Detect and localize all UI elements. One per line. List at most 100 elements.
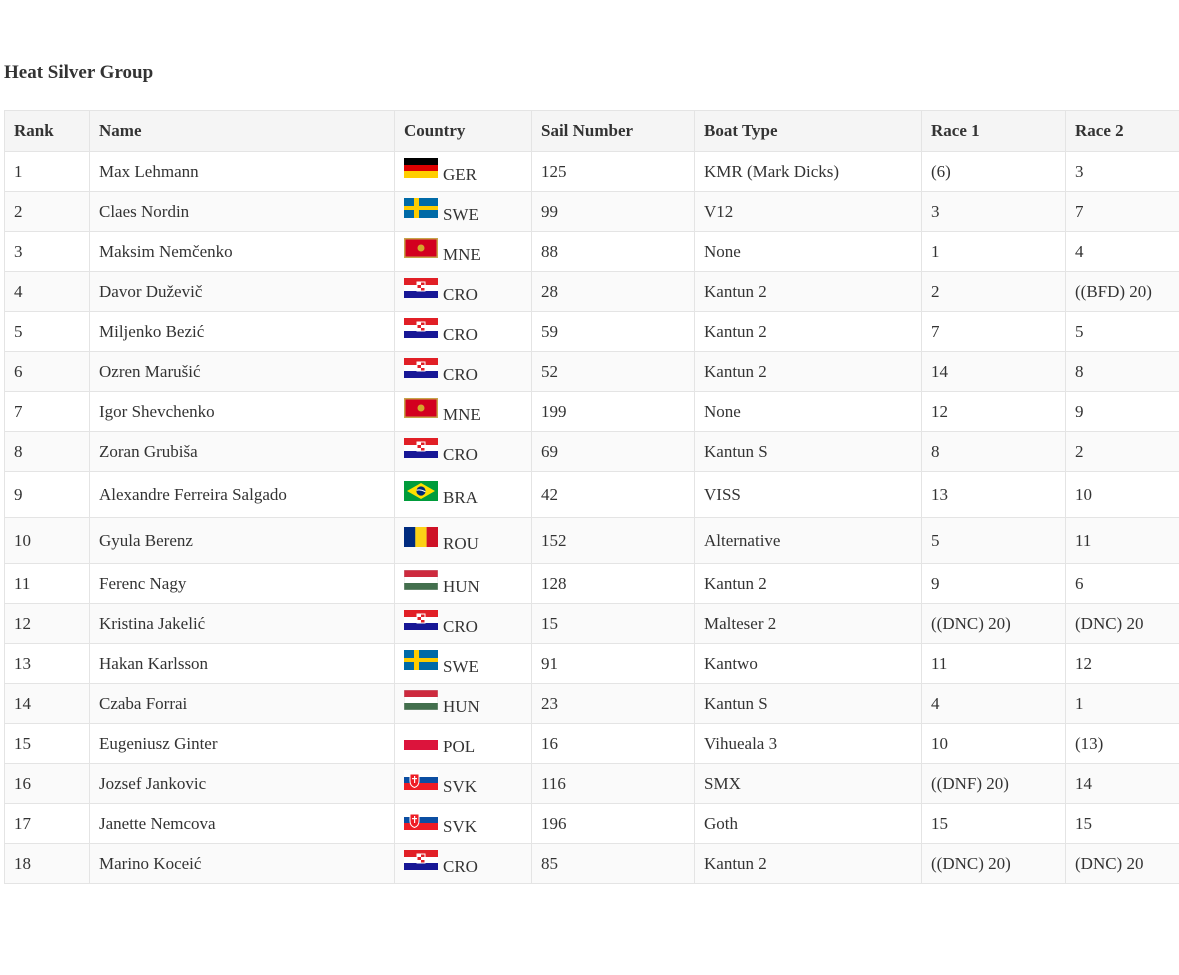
boat-type-cell: Kantun S xyxy=(694,431,922,472)
rank-cell: 16 xyxy=(4,763,90,804)
rank-cell: 10 xyxy=(4,517,90,564)
race-2-cell: 2 xyxy=(1065,431,1179,472)
croatia-flag-icon xyxy=(404,318,438,338)
race-2-cell: 6 xyxy=(1065,563,1179,604)
country-code: CRO xyxy=(443,285,478,304)
table-row: 17 Janette Nemcova SVK 196 Goth 15 15 xyxy=(4,803,1179,844)
column-header-name[interactable]: Name xyxy=(89,110,395,152)
country-code: CRO xyxy=(443,325,478,344)
rank-cell: 11 xyxy=(4,563,90,604)
rank-cell: 12 xyxy=(4,603,90,644)
race-1-cell: 15 xyxy=(921,803,1066,844)
brazil-flag-icon xyxy=(404,481,438,501)
sail-number-cell: 42 xyxy=(531,471,695,518)
rank-cell: 15 xyxy=(4,723,90,764)
country-cell: CRO xyxy=(394,351,532,392)
country-code: SVK xyxy=(443,777,478,796)
race-1-cell: (6) xyxy=(921,151,1066,192)
country-cell: CRO xyxy=(394,843,532,884)
sweden-flag-icon xyxy=(404,198,438,218)
slovakia-flag-icon xyxy=(404,810,438,830)
country-cell: ROU xyxy=(394,517,532,564)
country-code: CRO xyxy=(443,445,478,464)
romania-flag-icon xyxy=(404,527,438,547)
boat-type-cell: Malteser 2 xyxy=(694,603,922,644)
column-header-boat-type[interactable]: Boat Type xyxy=(694,110,922,152)
country-cell: BRA xyxy=(394,471,532,518)
column-header-sail-number[interactable]: Sail Number xyxy=(531,110,695,152)
name-cell: Gyula Berenz xyxy=(89,517,395,564)
name-cell: Ozren Marušić xyxy=(89,351,395,392)
country-code: GER xyxy=(443,165,477,184)
sail-number-cell: 15 xyxy=(531,603,695,644)
race-2-cell: 4 xyxy=(1065,231,1179,272)
sail-number-cell: 52 xyxy=(531,351,695,392)
column-header-race-1[interactable]: Race 1 xyxy=(921,110,1066,152)
race-1-cell: 13 xyxy=(921,471,1066,518)
race-1-cell: 10 xyxy=(921,723,1066,764)
column-header-rank[interactable]: Rank xyxy=(4,110,90,152)
country-code: ROU xyxy=(443,534,479,553)
race-1-cell: 2 xyxy=(921,271,1066,312)
country-cell: MNE xyxy=(394,391,532,432)
table-row: 18 Marino Koceić CRO 85 Kantun 2 ((DNC) 20) (D… xyxy=(4,843,1179,884)
race-2-cell: ((BFD) 20) xyxy=(1065,271,1179,312)
sail-number-cell: 128 xyxy=(531,563,695,604)
name-cell: Eugeniusz Ginter xyxy=(89,723,395,764)
table-row: 1 Max Lehmann GER 125 KMR (Mark Dicks) (6) 3 xyxy=(4,151,1179,192)
name-cell: Ferenc Nagy xyxy=(89,563,395,604)
country-code: SVK xyxy=(443,817,478,836)
race-1-cell: 12 xyxy=(921,391,1066,432)
sail-number-cell: 69 xyxy=(531,431,695,472)
name-cell: Claes Nordin xyxy=(89,191,395,232)
boat-type-cell: Vihueala 3 xyxy=(694,723,922,764)
table-row: 4 Davor Duževič CRO 28 Kantun 2 2 ((BFD) 20) xyxy=(4,271,1179,312)
column-header-race-2[interactable]: Race 2 xyxy=(1065,110,1179,152)
country-code: POL xyxy=(443,737,476,756)
sail-number-cell: 116 xyxy=(531,763,695,804)
race-1-cell: 14 xyxy=(921,351,1066,392)
boat-type-cell: Kantun 2 xyxy=(694,311,922,352)
country-cell: CRO xyxy=(394,603,532,644)
results-table: Rank Name Country Sail Number Boat Type … xyxy=(4,110,1179,884)
rank-cell: 18 xyxy=(4,843,90,884)
name-cell: Max Lehmann xyxy=(89,151,395,192)
race-1-cell: 4 xyxy=(921,683,1066,724)
boat-type-cell: KMR (Mark Dicks) xyxy=(694,151,922,192)
name-cell: Miljenko Bezić xyxy=(89,311,395,352)
race-2-cell: 3 xyxy=(1065,151,1179,192)
country-code: HUN xyxy=(443,577,480,596)
country-code: HUN xyxy=(443,697,480,716)
results-table-body: 1 Max Lehmann GER 125 KMR (Mark Dicks) (6) 3 2 C… xyxy=(4,151,1179,884)
table-row: 3 Maksim Nemčenko MNE 88 None 1 4 xyxy=(4,231,1179,272)
table-row: 14 Czaba Forrai HUN 23 Kantun S41 xyxy=(4,683,1179,724)
race-1-cell: 3 xyxy=(921,191,1066,232)
country-code: BRA xyxy=(443,488,478,507)
race-1-cell: 9 xyxy=(921,563,1066,604)
table-row: 15 Eugeniusz Ginter POL 16 Vihueala 3 10 (13) xyxy=(4,723,1179,764)
poland-flag-icon xyxy=(404,730,438,750)
rank-cell: 6 xyxy=(4,351,90,392)
croatia-flag-icon xyxy=(404,438,438,458)
rank-cell: 1 xyxy=(4,151,90,192)
race-1-cell: 7 xyxy=(921,311,1066,352)
boat-type-cell: Kantun 2 xyxy=(694,843,922,884)
rank-cell: 17 xyxy=(4,803,90,844)
table-header-row: Rank Name Country Sail Number Boat Type … xyxy=(4,110,1179,152)
race-2-cell: (DNC) 20 xyxy=(1065,603,1179,644)
column-header-country[interactable]: Country xyxy=(394,110,532,152)
race-1-cell: 5 xyxy=(921,517,1066,564)
germany-flag-icon xyxy=(404,158,438,178)
race-2-cell: 1 xyxy=(1065,683,1179,724)
country-cell: HUN xyxy=(394,683,532,724)
country-code: SWE xyxy=(443,205,479,224)
race-1-cell: ((DNC) 20) xyxy=(921,843,1066,884)
boat-type-cell: Kantun 2 xyxy=(694,271,922,312)
croatia-flag-icon xyxy=(404,610,438,630)
croatia-flag-icon xyxy=(404,358,438,378)
croatia-flag-icon xyxy=(404,278,438,298)
rank-cell: 5 xyxy=(4,311,90,352)
boat-type-cell: None xyxy=(694,391,922,432)
name-cell: Marino Koceić xyxy=(89,843,395,884)
name-cell: Igor Shevchenko xyxy=(89,391,395,432)
